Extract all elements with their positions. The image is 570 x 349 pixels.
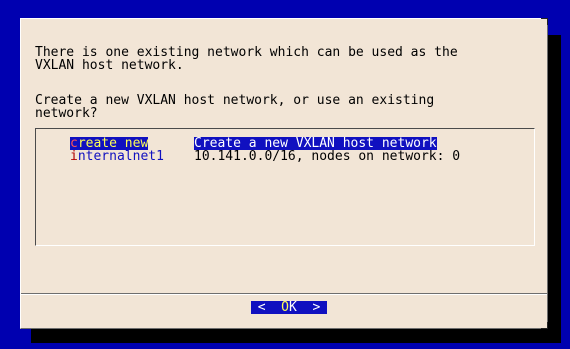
menu-item-tag-rest: nternalnet1 [77, 149, 164, 164]
menu-item-description: 10.141.0.0/16, nodes on network: 0 [194, 149, 461, 164]
ok-button-left-bracket: < [257, 300, 282, 315]
menu-item-hotkey: i [70, 149, 78, 164]
ok-button-right-bracket: > [296, 300, 321, 315]
ok-button[interactable]: < OK > [251, 301, 327, 314]
ok-button-label-rest: K [289, 300, 297, 315]
message-line-2: VXLAN host network. [35, 58, 184, 73]
menu-item-internalnet1[interactable]: internalnet1 10.141.0.0/16, nodes on net… [70, 150, 460, 163]
ok-button-hotkey: O [281, 300, 289, 315]
dialog-window: There is one existing network which can … [20, 18, 548, 329]
network-menu-list: create new Create a new VXLAN host netwo… [35, 128, 535, 246]
menu-item-tag: internalnet1 [70, 150, 164, 163]
button-separator [21, 293, 547, 295]
dialog-corner-bottom-right [541, 322, 548, 329]
prompt-line-2: network? [35, 106, 98, 121]
dialog-corner-top-right [541, 18, 548, 25]
